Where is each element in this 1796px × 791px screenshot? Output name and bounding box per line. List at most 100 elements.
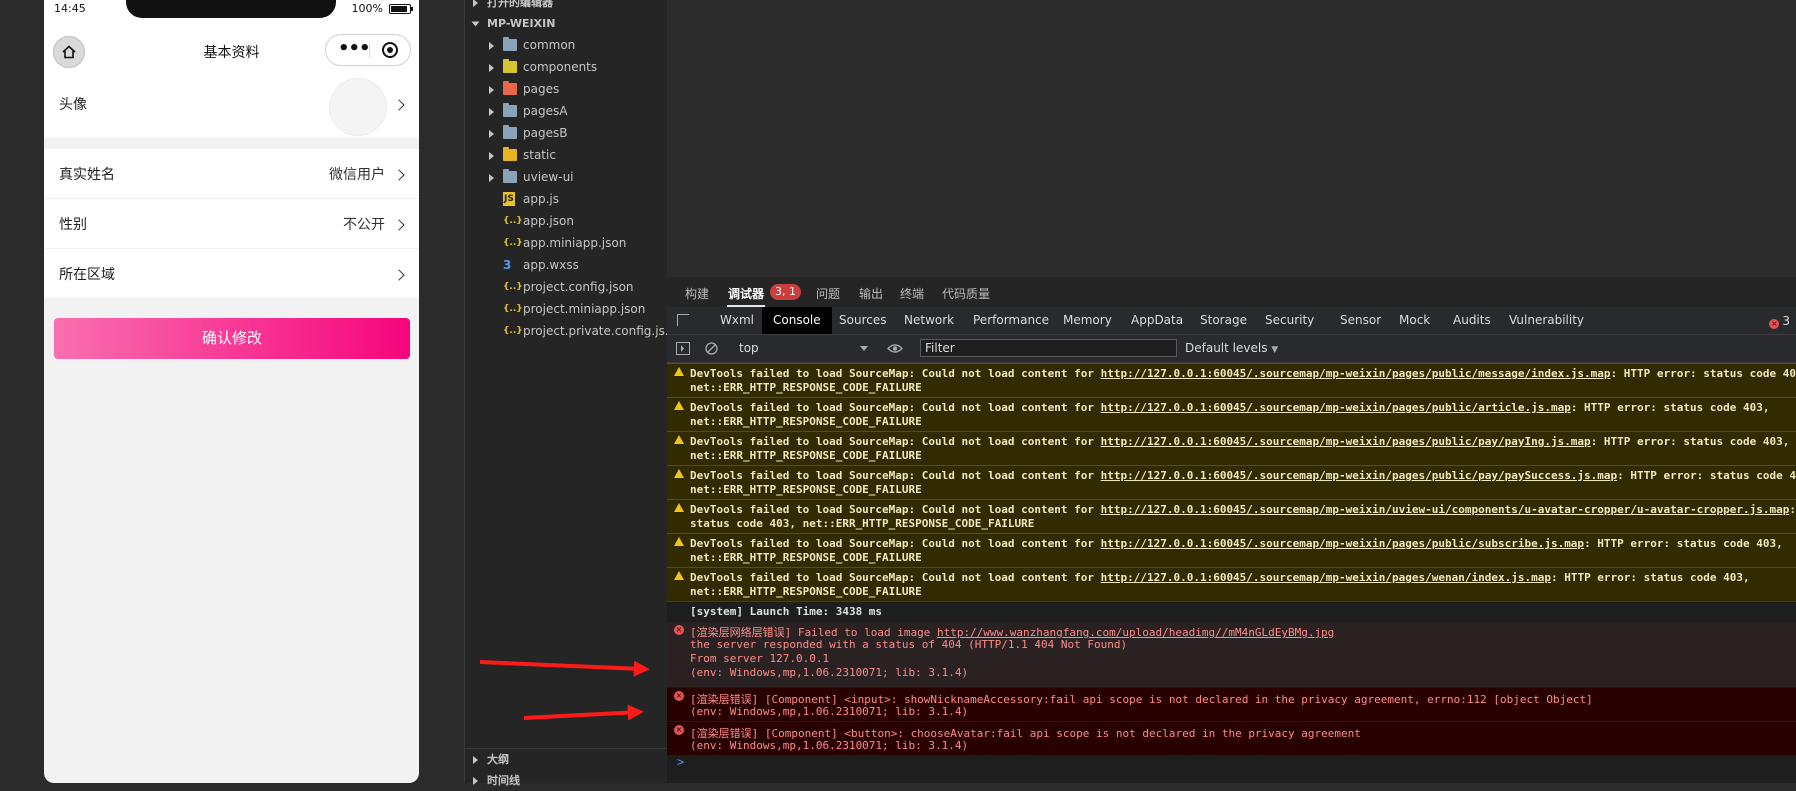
tab-debugger[interactable]: 调试器 xyxy=(728,285,764,302)
tab-sensor[interactable]: Sensor xyxy=(1340,307,1381,334)
warning-line: DevTools failed to load SourceMap: Could… xyxy=(690,401,1770,414)
warning-icon xyxy=(674,571,684,580)
debug-tabs: 构建 调试器 3, 1 问题 输出 终端 代码质量 xyxy=(667,277,1796,307)
sourcemap-link[interactable]: http://127.0.0.1:60045/.sourcemap/mp-wei… xyxy=(1101,537,1584,550)
sidebar-toggle-icon[interactable] xyxy=(676,342,690,355)
tab-terminal[interactable]: 终端 xyxy=(900,285,924,302)
tree-item-project-config-json[interactable]: {..} project.config.json xyxy=(465,277,667,298)
launch-text: [system] Launch Time: 3438 ms xyxy=(690,605,883,618)
name-row[interactable]: 真实姓名 微信用户 xyxy=(44,149,419,199)
tab-problems[interactable]: 问题 xyxy=(816,285,840,302)
tab-performance[interactable]: Performance xyxy=(973,307,1049,334)
close-miniprogram-icon[interactable] xyxy=(382,42,398,58)
status-bar: 14:45 100% xyxy=(44,0,419,22)
folder-icon xyxy=(503,147,517,161)
sourcemap-link[interactable]: http://127.0.0.1:60045/.sourcemap/mp-wei… xyxy=(1101,367,1611,380)
tree-item-label: static xyxy=(523,148,556,162)
sourcemap-link[interactable]: http://127.0.0.1:60045/.sourcemap/mp-wei… xyxy=(1101,571,1551,584)
warning-text: DevTools failed to load SourceMap: Could… xyxy=(690,469,1101,482)
tab-build[interactable]: 构建 xyxy=(685,285,709,302)
context-select[interactable]: top xyxy=(739,341,879,355)
name-value: 微信用户 xyxy=(329,167,385,183)
log-levels-select[interactable]: Default levels ▼ xyxy=(1185,341,1278,355)
warning-text: : HTTP error: status code 403, xyxy=(1550,571,1750,584)
error-message: × [渲染层错误] [Component] <button>: chooseAv… xyxy=(667,721,1796,755)
sourcemap-link[interactable]: http://127.0.0.1:60045/.sourcemap/mp-wei… xyxy=(1101,469,1618,482)
tab-appdata[interactable]: AppData xyxy=(1131,307,1183,334)
tree-item-project-miniapp-json[interactable]: {..} project.miniapp.json xyxy=(465,299,667,320)
open-editors-section[interactable]: 打开的编辑器 xyxy=(465,0,667,13)
tab-memory[interactable]: Memory xyxy=(1063,307,1112,334)
error-line: From server 127.0.0.1 xyxy=(690,652,830,665)
confirm-button[interactable]: 确认修改 xyxy=(54,318,410,359)
gender-value: 不公开 xyxy=(343,217,385,233)
tab-audits[interactable]: Audits xyxy=(1453,307,1491,334)
error-icon: × xyxy=(674,691,684,701)
tree-item-label: pages xyxy=(523,82,560,96)
tree-item-project-private-config-js[interactable]: {..} project.private.config.js... xyxy=(465,321,667,342)
tab-code-quality[interactable]: 代码质量 xyxy=(942,285,990,302)
console-output: DevTools failed to load SourceMap: Could… xyxy=(667,363,1796,783)
tab-sources[interactable]: Sources xyxy=(839,307,886,334)
tree-item-label: project.config.json xyxy=(523,280,634,294)
region-label: 所在区域 xyxy=(59,267,115,283)
eye-icon[interactable] xyxy=(887,343,903,354)
chevron-right-icon xyxy=(489,174,494,182)
tab-output[interactable]: 输出 xyxy=(859,285,883,302)
debugger-error-badge: 3, 1 xyxy=(770,284,801,300)
warning-line: DevTools failed to load SourceMap: Could… xyxy=(690,537,1783,550)
folder-icon xyxy=(503,59,517,73)
filter-input[interactable] xyxy=(920,339,1177,357)
project-name: MP-WEIXIN xyxy=(487,17,556,30)
inspect-element-icon[interactable] xyxy=(677,314,689,326)
sourcemap-link[interactable]: http://127.0.0.1:60045/.sourcemap/mp-wei… xyxy=(1101,503,1790,516)
nav-bar: 基本资料 ••• xyxy=(44,22,419,82)
tree-item-app-js[interactable]: JS app.js xyxy=(465,189,667,210)
status-time: 14:45 xyxy=(54,2,86,15)
tab-security[interactable]: Security xyxy=(1265,307,1314,334)
tab-storage[interactable]: Storage xyxy=(1200,307,1247,334)
region-row[interactable]: 所在区域 xyxy=(44,249,419,299)
avatar-row[interactable]: 头像 xyxy=(44,78,419,139)
project-root[interactable]: MP-WEIXIN xyxy=(465,13,667,34)
tree-item-pagesb[interactable]: pagesB xyxy=(465,123,667,144)
tree-item-label: app.json xyxy=(523,214,574,228)
tree-item-pagesa[interactable]: pagesA xyxy=(465,101,667,122)
tree-item-label: uview-ui xyxy=(523,170,574,184)
outline-section[interactable]: 大纲 xyxy=(465,748,667,770)
gender-row[interactable]: 性别 不公开 xyxy=(44,199,419,249)
tab-vulnerability[interactable]: Vulnerability xyxy=(1509,307,1584,334)
tab-network[interactable]: Network xyxy=(904,307,954,334)
warning-icon xyxy=(674,537,684,546)
sourcemap-link[interactable]: http://127.0.0.1:60045/.sourcemap/mp-wei… xyxy=(1101,401,1571,414)
tree-item-label: project.miniapp.json xyxy=(523,302,646,316)
tree-item-app-miniapp-json[interactable]: {..} app.miniapp.json xyxy=(465,233,667,254)
error-counter[interactable]: × 3 xyxy=(1769,314,1790,329)
clear-console-icon[interactable] xyxy=(705,342,718,355)
console-prompt[interactable]: > xyxy=(677,755,684,769)
tree-item-components[interactable]: components xyxy=(465,57,667,78)
error-message: × [渲染层网络层错误] Failed to load image http:/… xyxy=(667,621,1796,687)
tab-wxml[interactable]: Wxml xyxy=(720,307,754,334)
tree-item-app-json[interactable]: {..} app.json xyxy=(465,211,667,232)
warning-line: DevTools failed to load SourceMap: Could… xyxy=(690,367,1796,380)
tree-item-pages[interactable]: pages xyxy=(465,79,667,100)
tab-mock[interactable]: Mock xyxy=(1399,307,1430,334)
tree-item-uview-ui[interactable]: uview-ui xyxy=(465,167,667,188)
sourcemap-link[interactable]: http://127.0.0.1:60045/.sourcemap/mp-wei… xyxy=(1101,435,1591,448)
warning-text: DevTools failed to load SourceMap: Could… xyxy=(690,537,1101,550)
error-icon: × xyxy=(674,725,684,735)
tree-item-label: app.miniapp.json xyxy=(523,236,627,250)
warning-line: net::ERR_HTTP_RESPONSE_CODE_FAILURE xyxy=(690,415,922,428)
tree-item-static[interactable]: static xyxy=(465,145,667,166)
tree-item-common[interactable]: common xyxy=(465,35,667,56)
more-icon[interactable]: ••• xyxy=(338,39,371,59)
avatar[interactable] xyxy=(329,78,387,136)
warning-message: DevTools failed to load SourceMap: Could… xyxy=(667,567,1796,601)
warning-text: : HTTP error: status code 403, xyxy=(1590,435,1790,448)
tab-console[interactable]: Console xyxy=(762,307,832,334)
warning-text: DevTools failed to load SourceMap: Could… xyxy=(690,503,1101,516)
folder-icon xyxy=(503,125,517,139)
tree-item-app-wxss[interactable]: 3 app.wxss xyxy=(465,255,667,276)
timeline-section[interactable]: 时间线 xyxy=(465,770,667,791)
